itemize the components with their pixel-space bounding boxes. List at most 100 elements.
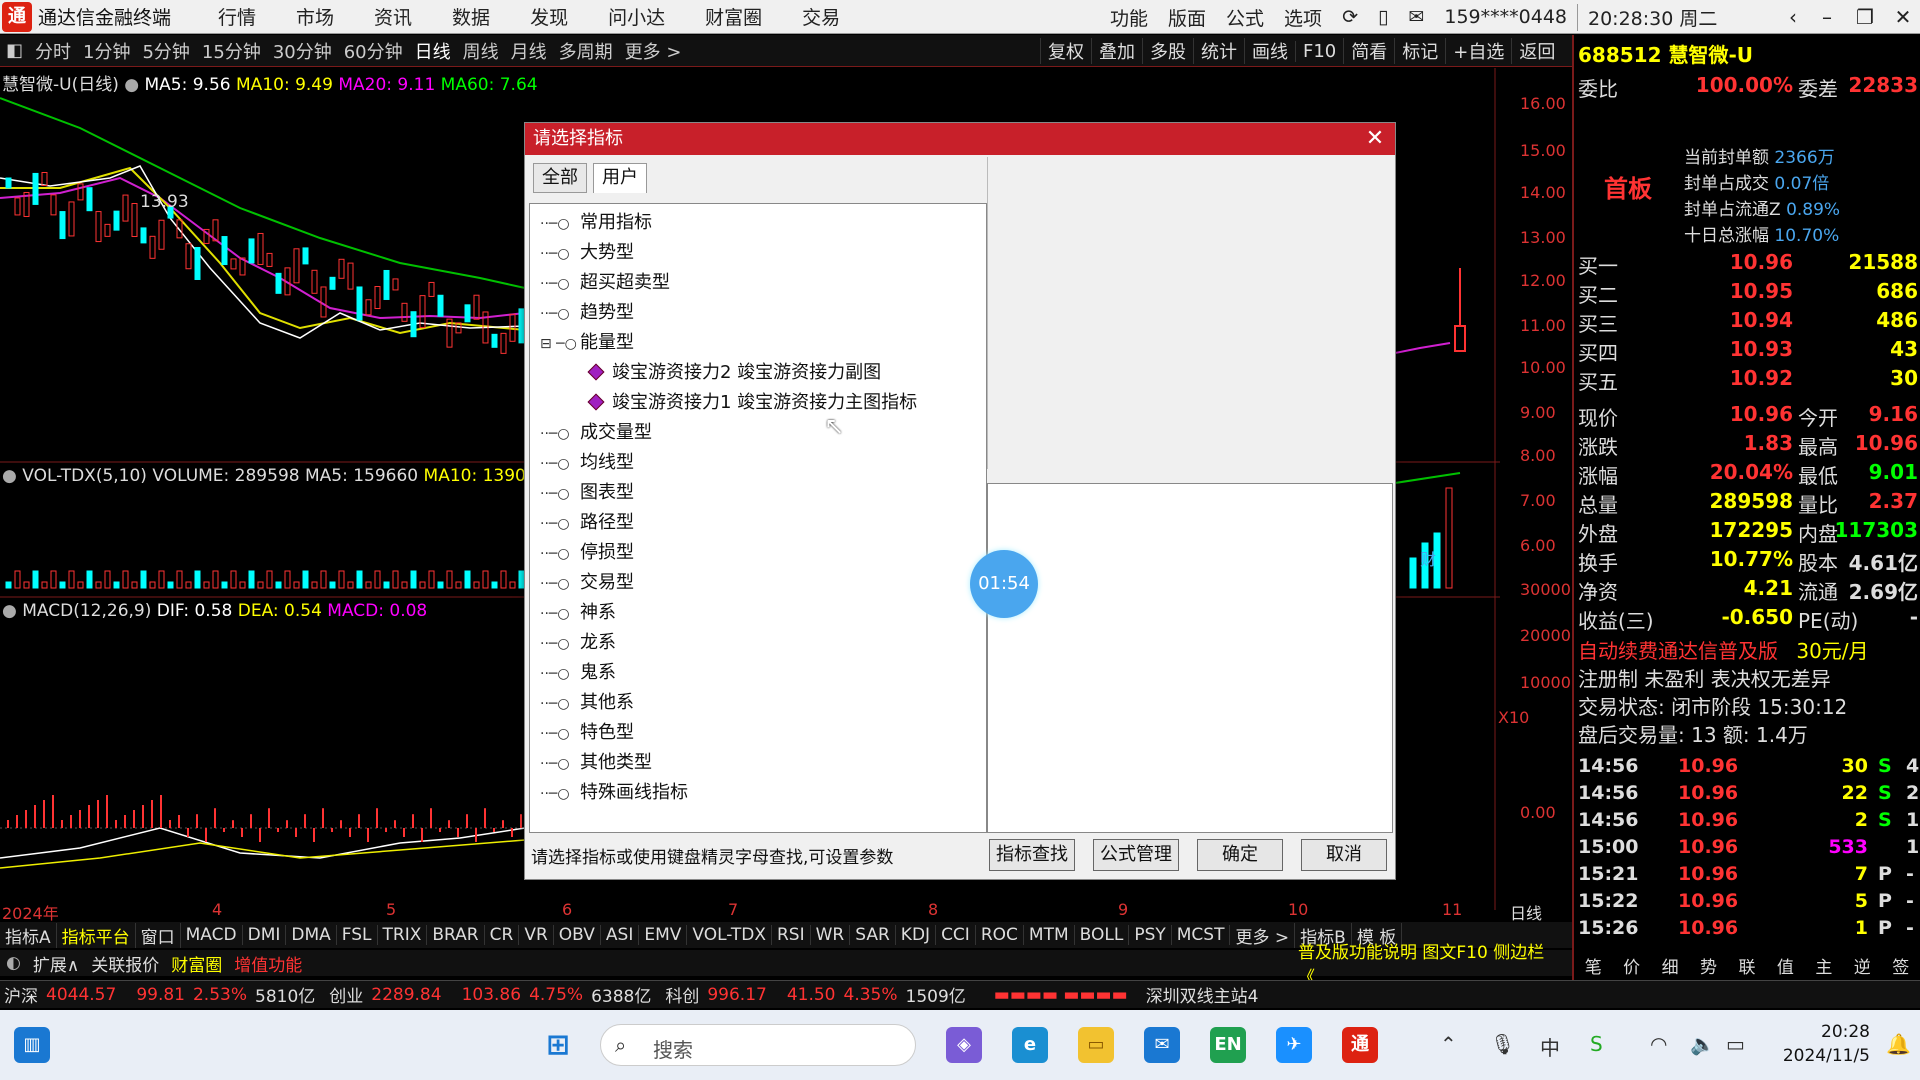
tree-node[interactable]: ··─○ 停损型: [540, 538, 634, 566]
tree-leaf[interactable]: 竣宝游资接力1 竣宝游资接力主图指标: [587, 388, 917, 416]
tree-node[interactable]: ··─○ 趋势型: [540, 298, 634, 326]
indicator-tab[interactable]: WR: [811, 925, 851, 945]
indicator-tab[interactable]: 窗口: [136, 922, 181, 948]
indicator-tab[interactable]: DMA: [286, 925, 337, 945]
period-multi[interactable]: 多周期: [553, 38, 619, 64]
indicator-tab[interactable]: ASI: [601, 925, 640, 945]
indicator-tab[interactable]: RSI: [772, 925, 811, 945]
period-weekly[interactable]: 周线: [457, 38, 505, 64]
indicator-tab[interactable]: PSY: [1129, 925, 1172, 945]
indicator-tab[interactable]: VOL-TDX: [687, 925, 772, 945]
panel-tab[interactable]: 笔: [1585, 953, 1602, 981]
indicator-tree[interactable]: ··─○ 常用指标 ··─○ 大势型 ··─○ 超买超卖型 ··─○ 趋势型 ⊟ ─○ 能量型 竣宝…: [529, 203, 987, 833]
battery-icon[interactable]: ▭: [1726, 1032, 1745, 1056]
minimize-icon[interactable]: –: [1810, 0, 1844, 34]
search-box[interactable]: ⌕ 搜索: [600, 1024, 916, 1066]
indicator-tab[interactable]: DMI: [243, 925, 287, 945]
menu-item-zixun[interactable]: 资讯: [354, 3, 432, 30]
tree-node[interactable]: ··─○ 神系: [540, 598, 616, 626]
cy-index[interactable]: 2289.84: [367, 985, 445, 1005]
tree-node[interactable]: ··─○ 龙系: [540, 628, 616, 656]
tree-node[interactable]: ··─○ 特色型: [540, 718, 634, 746]
panel-tab[interactable]: 值: [1777, 953, 1794, 981]
bid-row[interactable]: 买四 10.93 43: [1578, 337, 1918, 365]
panel-tab[interactable]: 细: [1662, 953, 1679, 981]
start-icon[interactable]: ⊞: [540, 1027, 576, 1063]
indicator-tab[interactable]: MCST: [1172, 925, 1231, 945]
tool-f10[interactable]: F10: [1295, 40, 1343, 62]
feishu-icon[interactable]: ✈: [1276, 1027, 1312, 1063]
notification-bell-icon[interactable]: 🔔: [1886, 1032, 1911, 1056]
menu-item-jiaoyi[interactable]: 交易: [782, 3, 860, 30]
sh-index[interactable]: 4044.57: [42, 985, 120, 1005]
tab-user[interactable]: 用户: [593, 163, 647, 193]
tree-node[interactable]: ··─○ 超买超卖型: [540, 268, 670, 296]
en-app-icon[interactable]: EN: [1210, 1027, 1246, 1063]
indicator-tab[interactable]: CCI: [936, 925, 976, 945]
bid-row[interactable]: 买一 10.96 21588: [1578, 250, 1918, 278]
user-account[interactable]: 159****0448: [1434, 6, 1577, 28]
toggle-switch[interactable]: ◐: [0, 953, 27, 973]
mail-app-icon[interactable]: ✉: [1144, 1027, 1180, 1063]
tab-zengzhi[interactable]: 增值功能: [228, 951, 308, 976]
period-more[interactable]: 更多 >: [619, 38, 688, 64]
refresh-icon[interactable]: ⟳: [1332, 6, 1368, 28]
finance-marker[interactable]: 财: [1420, 546, 1436, 570]
tree-node[interactable]: ··─○ 其他类型: [540, 748, 652, 776]
ime-indicator[interactable]: 中: [1540, 1032, 1560, 1061]
tool-fanhui[interactable]: 返回: [1511, 38, 1562, 64]
wifi-icon[interactable]: ◠: [1650, 1032, 1667, 1056]
ok-button[interactable]: 确定: [1197, 839, 1283, 871]
indicator-tab[interactable]: FSL: [337, 925, 378, 945]
floating-timer[interactable]: 01:54: [970, 550, 1038, 618]
period-fenshi[interactable]: 分时: [29, 38, 77, 64]
indicator-tab[interactable]: ROC: [976, 925, 1024, 945]
tab-all[interactable]: 全部: [533, 163, 587, 193]
tree-node[interactable]: ··─○ 常用指标: [540, 208, 652, 236]
indicator-tab[interactable]: 指标平台: [57, 922, 136, 948]
tree-node[interactable]: ⊟ ─○ 能量型: [540, 328, 634, 356]
indicator-tab[interactable]: OBV: [554, 925, 601, 945]
indicator-tab[interactable]: CR: [485, 925, 520, 945]
tab-guanlian[interactable]: 关联报价: [85, 951, 165, 976]
indicator-tab[interactable]: MTM: [1024, 925, 1075, 945]
indicator-tab[interactable]: EMV: [639, 925, 688, 945]
mic-icon[interactable]: 🎙: [1490, 1032, 1515, 1056]
tool-duogu[interactable]: 多股: [1142, 38, 1193, 64]
find-indicator-button[interactable]: 指标查找: [989, 839, 1075, 871]
menu-item-caifuquan[interactable]: 财富圈: [685, 3, 782, 30]
tree-leaf[interactable]: 竣宝游资接力2 竣宝游资接力副图: [587, 358, 881, 386]
period-daily[interactable]: 日线: [409, 38, 457, 64]
indicator-tab[interactable]: BOLL: [1075, 925, 1130, 945]
menu-item-gongneng[interactable]: 功能: [1100, 4, 1158, 31]
tool-jiankan[interactable]: 简看: [1343, 38, 1394, 64]
ad-banner[interactable]: 自动续费通达信普及版 30元/月: [1578, 635, 1869, 664]
period-60min[interactable]: 60分钟: [338, 38, 409, 64]
indicator-tab[interactable]: BRAR: [427, 925, 485, 945]
bid-row[interactable]: 买三 10.94 486: [1578, 308, 1918, 336]
widgets-icon[interactable]: ▥: [14, 1027, 50, 1063]
kc-index[interactable]: 996.17: [703, 985, 770, 1005]
period-30min[interactable]: 30分钟: [267, 38, 338, 64]
panel-tab[interactable]: 逆: [1854, 953, 1871, 981]
tab-caifuquan[interactable]: 财富圈: [165, 951, 228, 976]
tree-node[interactable]: ··─○ 路径型: [540, 508, 634, 536]
menu-item-shuju[interactable]: 数据: [432, 3, 510, 30]
indicator-tab[interactable]: 指标A: [0, 922, 57, 948]
menu-item-xuanxiang[interactable]: 选项: [1274, 4, 1332, 31]
tree-node[interactable]: ··─○ 特殊画线指标: [540, 778, 688, 806]
tool-tongji[interactable]: 统计: [1193, 38, 1244, 64]
panel-tab[interactable]: 主: [1815, 953, 1832, 981]
bid-row[interactable]: 买五 10.92 30: [1578, 366, 1918, 394]
bid-row[interactable]: 买二 10.95 686: [1578, 279, 1918, 307]
settings-icon[interactable]: ●: [124, 75, 139, 95]
tdx-app-icon[interactable]: 通: [1342, 1027, 1378, 1063]
tree-node[interactable]: ··─○ 其他系: [540, 688, 634, 716]
tool-zixuan[interactable]: +自选: [1445, 38, 1511, 64]
sogou-icon[interactable]: S: [1590, 1032, 1603, 1056]
period-15min[interactable]: 15分钟: [196, 38, 267, 64]
folder-icon[interactable]: ▭: [1078, 1027, 1114, 1063]
sidebar-toggle-icon[interactable]: ◧: [0, 40, 29, 61]
dialog-close-icon[interactable]: ✕: [1361, 123, 1389, 155]
volume-icon[interactable]: 🔈: [1690, 1032, 1715, 1056]
